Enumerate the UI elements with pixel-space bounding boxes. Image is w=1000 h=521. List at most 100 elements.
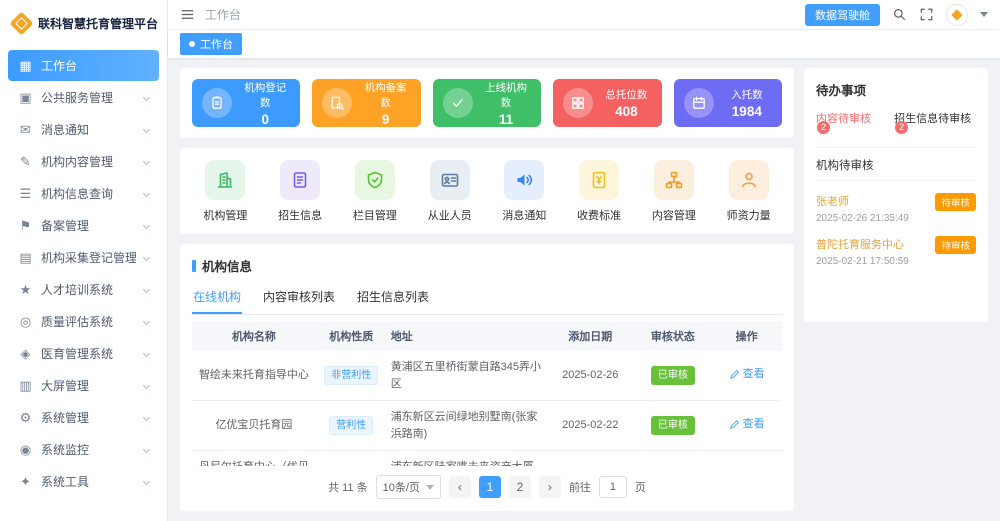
- org-name: 丹尼尔托育中心（优贝佳）: [192, 451, 316, 467]
- sidebar-item-big-screen[interactable]: ▥大屏管理: [8, 370, 159, 401]
- page-size-select[interactable]: 10条/页: [376, 475, 441, 499]
- building-icon: [205, 160, 245, 200]
- sidebar-item-workbench[interactable]: ▦工作台: [8, 50, 159, 81]
- chevron-down-icon: [143, 190, 150, 197]
- nature-badge: 非营利性: [324, 366, 378, 385]
- sidebar-menu: ▦工作台 ▣公共服务管理 ✉消息通知 ✎机构内容管理 ☰机构信息查询 ⚑备案管理…: [0, 46, 167, 502]
- section-title: 机构信息: [192, 256, 782, 275]
- todo-item[interactable]: 张老师 2025-02-26 21:35:49 待审核: [816, 193, 976, 224]
- content-area: 机构登记数0 机构备案数9 上线机构数11 总托位数408: [168, 58, 1000, 521]
- view-link[interactable]: 查看: [729, 416, 765, 433]
- star-icon: ★: [18, 282, 33, 298]
- collapse-sidebar-icon[interactable]: [180, 7, 195, 22]
- sidebar: 联科智慧托育管理平台 ▦工作台 ▣公共服务管理 ✉消息通知 ✎机构内容管理 ☰机…: [0, 0, 168, 521]
- tab-enrollment-info-list[interactable]: 招生信息列表: [356, 281, 430, 314]
- tab-online-orgs[interactable]: 在线机构: [192, 281, 242, 314]
- col-actions: 操作: [711, 321, 782, 351]
- sidebar-item-quality-assessment[interactable]: ◎质量评估系统: [8, 306, 159, 337]
- table-row: 丹尼尔托育中心（优贝佳） 营利性 浦东新区陆家嘴未来资产大厦(陆家嘴环路) 20…: [192, 451, 782, 467]
- stat-card-enrolled[interactable]: 入托数1984: [674, 79, 782, 127]
- quick-link-practitioners[interactable]: 从业人员: [412, 160, 487, 223]
- quick-link-enrollment-info[interactable]: 招生信息: [263, 160, 338, 223]
- org-info-tabs: 在线机构 内容审核列表 招生信息列表: [192, 281, 782, 315]
- todo-item[interactable]: 普陀托育服务中心 2025-02-21 17:50:59 待审核: [816, 236, 976, 267]
- sidebar-item-public-service[interactable]: ▣公共服务管理: [8, 82, 159, 113]
- sidebar-item-system-tools[interactable]: ✦系统工具: [8, 466, 159, 497]
- quick-link-column-management[interactable]: 栏目管理: [338, 160, 413, 223]
- pagination: 共 11 条 10条/页 ‹ 1 2 › 前往 页: [192, 466, 782, 499]
- todo-tab-content-review[interactable]: 内容待审核2: [816, 110, 878, 139]
- col-date-added: 添加日期: [546, 321, 635, 351]
- page-button-1[interactable]: 1: [479, 476, 501, 498]
- sidebar-item-system-management[interactable]: ⚙系统管理: [8, 402, 159, 433]
- org-date: 2025-02-26: [546, 351, 635, 401]
- todo-subtab-org-pending[interactable]: 机构待审核: [816, 148, 976, 181]
- org-name: 亿优宝贝托育园: [192, 401, 316, 451]
- sidebar-item-org-content[interactable]: ✎机构内容管理: [8, 146, 159, 177]
- next-page-button[interactable]: ›: [539, 476, 561, 498]
- goto-page-input[interactable]: [599, 476, 627, 498]
- sidebar-item-org-collection[interactable]: ▤机构采集登记管理: [8, 242, 159, 273]
- doc-search-icon: [322, 88, 352, 118]
- quick-link-fee-standard[interactable]: 收费标准: [562, 160, 637, 223]
- gear-icon: ⚙: [18, 410, 33, 426]
- org-address: 浦东新区陆家嘴未来资产大厦(陆家嘴环路): [387, 451, 546, 467]
- nature-badge: 营利性: [329, 416, 373, 435]
- col-address: 地址: [387, 321, 546, 351]
- flag-icon: ⚑: [18, 218, 33, 234]
- grid-icon: [563, 88, 593, 118]
- collection-icon: ▤: [18, 250, 33, 266]
- dashboard-icon: ▦: [18, 58, 33, 74]
- person-icon: [729, 160, 769, 200]
- goto-label: 前往: [569, 479, 591, 495]
- table-row: 智绘未来托育指导中心 非营利性 黄浦区五里桥街蒙自路345弄小区 2025-02…: [192, 351, 782, 401]
- tag-workbench[interactable]: 工作台: [180, 33, 242, 55]
- chevron-down-icon: [143, 254, 150, 261]
- medal-icon: ◎: [18, 314, 33, 330]
- sidebar-item-talent-training[interactable]: ★人才培训系统: [8, 274, 159, 305]
- top-header: 工作台 数据驾驶舱: [168, 0, 1000, 30]
- stats-panel: 机构登记数0 机构备案数9 上线机构数11 总托位数408: [180, 68, 794, 138]
- quick-link-org-management[interactable]: 机构管理: [188, 160, 263, 223]
- org-date: 2025-02-10: [546, 451, 635, 467]
- sidebar-item-org-info-query[interactable]: ☰机构信息查询: [8, 178, 159, 209]
- page-button-2[interactable]: 2: [509, 476, 531, 498]
- user-avatar[interactable]: [946, 4, 968, 26]
- public-service-icon: ▣: [18, 90, 33, 106]
- user-menu-caret-icon[interactable]: [980, 12, 988, 17]
- quick-link-teacher-resources[interactable]: 师资力量: [711, 160, 786, 223]
- calendar-icon: [684, 88, 714, 118]
- pending-badge[interactable]: 待审核: [935, 193, 976, 211]
- todo-panel: 待办事项 内容待审核2 招生信息待审核2 机构待审核 张老师 2025-02-2…: [804, 68, 988, 322]
- stat-card-org-online[interactable]: 上线机构数11: [433, 79, 541, 127]
- select-caret-icon: [426, 485, 434, 490]
- prev-page-button[interactable]: ‹: [449, 476, 471, 498]
- shield-icon: [355, 160, 395, 200]
- chevron-down-icon: [143, 446, 150, 453]
- fullscreen-icon[interactable]: [919, 7, 934, 22]
- chevron-down-icon: [143, 94, 150, 101]
- org-table: 机构名称 机构性质 地址 添加日期 审核状态 操作 智绘: [192, 321, 782, 466]
- quick-link-content-management[interactable]: 内容管理: [637, 160, 712, 223]
- chevron-down-icon: [143, 158, 150, 165]
- sidebar-item-system-monitor[interactable]: ◉系统监控: [8, 434, 159, 465]
- chevron-down-icon: [143, 350, 150, 357]
- chevron-down-icon: [143, 414, 150, 421]
- tab-content-review-list[interactable]: 内容审核列表: [262, 281, 336, 314]
- clipboard-icon: [202, 88, 232, 118]
- document-icon: [280, 160, 320, 200]
- sidebar-item-medical-care[interactable]: ◈医育管理系统: [8, 338, 159, 369]
- sidebar-item-message-notice[interactable]: ✉消息通知: [8, 114, 159, 145]
- chevron-down-icon: [143, 478, 150, 485]
- quick-link-message-notice[interactable]: 消息通知: [487, 160, 562, 223]
- todo-tab-enrollment-review[interactable]: 招生信息待审核2: [894, 110, 976, 139]
- stat-card-org-registered[interactable]: 机构登记数0: [192, 79, 300, 127]
- view-link[interactable]: 查看: [729, 366, 765, 383]
- data-cockpit-button[interactable]: 数据驾驶舱: [805, 4, 880, 26]
- chevron-down-icon: [143, 222, 150, 229]
- stat-card-org-filed[interactable]: 机构备案数9: [312, 79, 420, 127]
- stat-card-total-slots[interactable]: 总托位数408: [553, 79, 661, 127]
- search-icon[interactable]: [892, 7, 907, 22]
- sidebar-item-filing[interactable]: ⚑备案管理: [8, 210, 159, 241]
- pending-badge[interactable]: 待审核: [935, 236, 976, 254]
